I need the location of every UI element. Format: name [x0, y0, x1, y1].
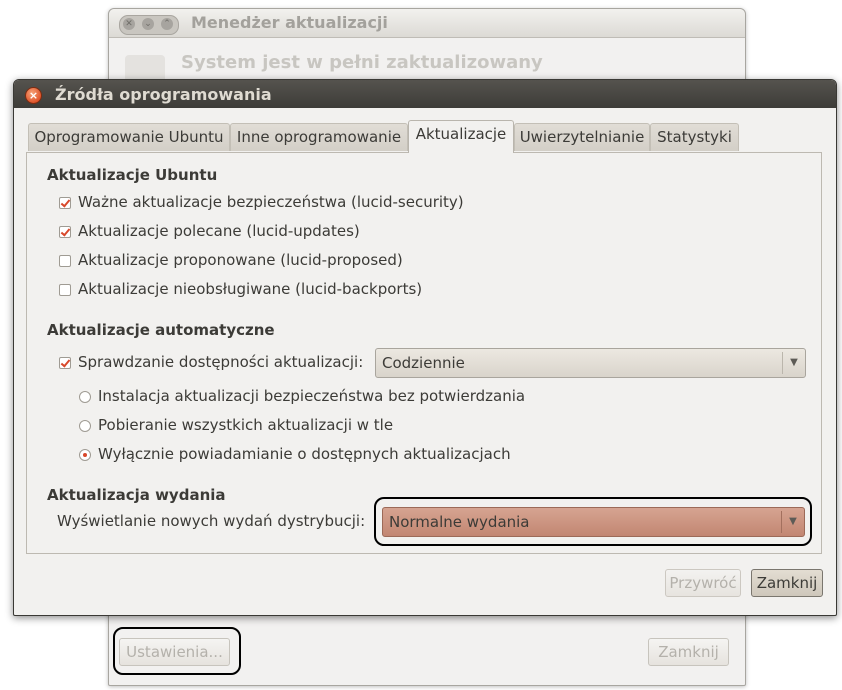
update-frequency-value: Codziennie	[382, 354, 465, 372]
highlight-settings-button	[113, 627, 241, 675]
release-upgrade-heading: Aktualizacja wydania	[47, 486, 226, 504]
update-manager-close-button[interactable]: Zamknij	[648, 638, 729, 666]
tab-statistics[interactable]: Statystyki	[650, 123, 739, 151]
dialog-titlebar: × Źródła oprogramowania	[14, 80, 836, 108]
dialog-title: Źródła oprogramowania	[55, 85, 272, 104]
backports-updates-checkbox[interactable]	[59, 284, 71, 296]
highlight-release-combo	[374, 497, 812, 546]
update-manager-titlebar: ✕ ⌄ ⌃ Menedżer aktualizacji	[109, 9, 745, 38]
maximize-icon[interactable]: ⌃	[161, 18, 173, 30]
release-upgrade-label: Wyświetlanie nowych wydań dystrybucji:	[57, 512, 366, 530]
recommended-updates-checkbox[interactable]	[59, 226, 71, 238]
minimize-icon[interactable]: ⌄	[142, 18, 154, 30]
ubuntu-updates-heading: Aktualizacje Ubuntu	[47, 166, 218, 184]
window-controls: ✕ ⌄ ⌃	[119, 15, 179, 35]
security-updates-checkbox[interactable]	[59, 197, 71, 209]
recommended-updates-label[interactable]: Aktualizacje polecane (lucid-updates)	[78, 222, 360, 240]
revert-button[interactable]: Przywróć	[665, 569, 741, 597]
backports-updates-label[interactable]: Aktualizacje nieobsługiwane (lucid-backp…	[78, 280, 422, 298]
update-manager-title: Menedżer aktualizacji	[191, 13, 388, 32]
notify-only-radio[interactable]	[79, 449, 91, 461]
tab-ubuntu-software[interactable]: Oprogramowanie Ubuntu	[28, 123, 230, 151]
automatic-updates-heading: Aktualizacje automatyczne	[47, 321, 275, 339]
install-security-label[interactable]: Instalacja aktualizacji bezpieczeństwa b…	[98, 387, 525, 405]
close-icon[interactable]: ✕	[123, 18, 135, 30]
download-background-label[interactable]: Pobieranie wszystkich aktualizacji w tle	[98, 416, 393, 434]
proposed-updates-checkbox[interactable]	[59, 255, 71, 267]
update-frequency-combo[interactable]: Codziennie ▼	[375, 348, 806, 378]
update-status-headline: System jest w pełni zaktualizowany	[181, 52, 543, 73]
tab-authentication[interactable]: Uwierzytelnianie	[514, 123, 650, 151]
proposed-updates-label[interactable]: Aktualizacje proponowane (lucid-proposed…	[78, 251, 403, 269]
dropdown-arrow-icon: ▼	[782, 352, 805, 374]
check-updates-checkbox[interactable]	[59, 357, 71, 369]
security-updates-label[interactable]: Ważne aktualizacje bezpieczeństwa (lucid…	[78, 193, 464, 211]
close-icon[interactable]: ×	[25, 87, 42, 104]
check-updates-label[interactable]: Sprawdzanie dostępności aktualizacji:	[78, 353, 363, 371]
notify-only-label[interactable]: Wyłącznie powiadamianie o dostępnych akt…	[98, 445, 511, 463]
install-security-radio[interactable]	[79, 391, 91, 403]
download-background-radio[interactable]	[79, 420, 91, 432]
tab-other-software[interactable]: Inne oprogramowanie	[230, 123, 408, 151]
close-button[interactable]: Zamknij	[751, 569, 823, 597]
updates-tab-panel: Aktualizacje Ubuntu Ważne aktualizacje b…	[26, 152, 822, 554]
tab-updates[interactable]: Aktualizacje	[408, 120, 514, 153]
